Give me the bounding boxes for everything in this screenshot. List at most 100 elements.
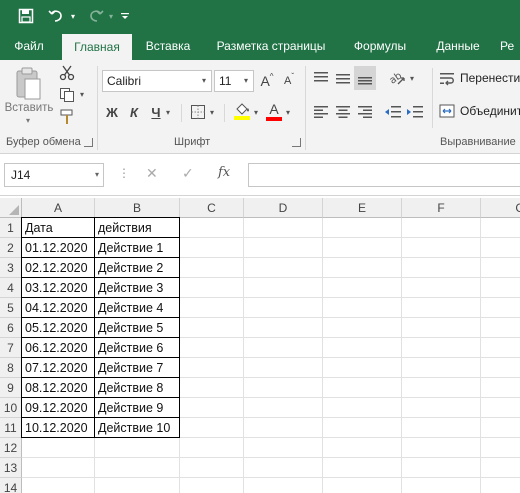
borders-icon[interactable] <box>188 102 208 122</box>
cancel-icon[interactable]: ✕ <box>146 165 158 182</box>
cell-a8[interactable]: 07.12.2020 <box>21 357 95 378</box>
merge-center-icon[interactable] <box>438 102 456 120</box>
cell-b1[interactable]: действия <box>94 217 180 238</box>
tab-page-layout[interactable]: Разметка страницы <box>208 32 334 60</box>
cell-a2[interactable]: 01.12.2020 <box>21 237 95 258</box>
align-top-icon[interactable] <box>312 70 330 86</box>
orientation-dropdown-icon[interactable]: ▾ <box>410 74 414 83</box>
select-all-corner[interactable] <box>0 198 22 218</box>
undo-icon[interactable] <box>46 6 68 26</box>
cell-b5[interactable]: Действие 4 <box>94 297 180 318</box>
paste-label[interactable]: Вставить <box>4 102 54 114</box>
align-bottom-icon[interactable] <box>354 66 376 90</box>
increase-indent-icon[interactable] <box>406 104 424 120</box>
orientation-icon[interactable]: ab <box>386 68 408 88</box>
cell-b8[interactable]: Действие 7 <box>94 357 180 378</box>
row-header-8[interactable]: 8 <box>0 358 22 378</box>
cell-b10[interactable]: Действие 9 <box>94 397 180 418</box>
font-size-combo[interactable]: 11 ▾ <box>214 70 254 92</box>
cell-a5[interactable]: 04.12.2020 <box>21 297 95 318</box>
fill-color-icon[interactable] <box>232 100 252 122</box>
row-header-3[interactable]: 3 <box>0 258 22 278</box>
font-launcher-icon[interactable] <box>292 138 301 147</box>
row-header-13[interactable]: 13 <box>0 458 22 478</box>
copy-dropdown-icon[interactable]: ▾ <box>80 90 84 99</box>
formula-bar-grip-icon[interactable]: ⋮ <box>118 166 130 180</box>
enter-icon[interactable]: ✓ <box>182 165 194 182</box>
row-header-7[interactable]: 7 <box>0 338 22 358</box>
tab-home[interactable]: Главная <box>62 34 132 60</box>
row-header-4[interactable]: 4 <box>0 278 22 298</box>
row-header-1[interactable]: 1 <box>0 218 22 238</box>
row-header-14[interactable]: 14 <box>0 478 22 493</box>
column-header-g[interactable]: G <box>481 198 520 218</box>
save-icon[interactable] <box>16 6 36 26</box>
row-header-5[interactable]: 5 <box>0 298 22 318</box>
merge-center-label[interactable]: Объединит <box>460 104 520 118</box>
clipboard-launcher-icon[interactable] <box>84 138 93 147</box>
copy-icon[interactable] <box>58 86 76 104</box>
row-header-2[interactable]: 2 <box>0 238 22 258</box>
wrap-text-icon[interactable] <box>438 70 456 88</box>
undo-dropdown-icon[interactable]: ▾ <box>68 6 78 26</box>
cell-b6[interactable]: Действие 5 <box>94 317 180 338</box>
tab-data[interactable]: Данные <box>426 32 490 60</box>
cell-a3[interactable]: 02.12.2020 <box>21 257 95 278</box>
font-name-combo[interactable]: Calibri ▾ <box>102 70 212 92</box>
align-center-icon[interactable] <box>334 104 352 120</box>
row-header-10[interactable]: 10 <box>0 398 22 418</box>
bold-button[interactable]: Ж <box>104 102 120 122</box>
redo-dropdown-icon[interactable]: ▾ <box>106 6 116 26</box>
cell-b9[interactable]: Действие 8 <box>94 377 180 398</box>
font-color-dropdown-icon[interactable]: ▾ <box>286 108 290 117</box>
cell-a7[interactable]: 06.12.2020 <box>21 337 95 358</box>
cell-a1[interactable]: Дата <box>21 217 95 238</box>
cell-b2[interactable]: Действие 1 <box>94 237 180 258</box>
insert-function-icon[interactable]: fx <box>218 165 230 180</box>
fill-color-dropdown-icon[interactable]: ▾ <box>254 108 258 117</box>
cell-a10[interactable]: 09.12.2020 <box>21 397 95 418</box>
grow-font-button[interactable]: A ^ <box>258 70 276 92</box>
underline-button[interactable]: Ч <box>148 102 164 122</box>
align-middle-icon[interactable] <box>334 70 352 86</box>
column-header-d[interactable]: D <box>244 198 323 218</box>
worksheet-grid[interactable]: ABCDEFG1234567891011121314Датадействия01… <box>0 198 520 493</box>
italic-button[interactable]: К <box>126 102 142 122</box>
cell-a6[interactable]: 05.12.2020 <box>21 317 95 338</box>
underline-dropdown-icon[interactable]: ▾ <box>166 108 170 117</box>
borders-dropdown-icon[interactable]: ▾ <box>210 108 214 117</box>
tab-insert[interactable]: Вставка <box>136 32 200 60</box>
cell-b11[interactable]: Действие 10 <box>94 417 180 438</box>
tab-formulas[interactable]: Формулы <box>342 32 418 60</box>
column-header-b[interactable]: B <box>95 198 180 218</box>
shrink-font-button[interactable]: Aˇ <box>280 70 298 92</box>
align-left-icon[interactable] <box>312 104 330 120</box>
align-right-icon[interactable] <box>356 104 374 120</box>
font-color-icon[interactable]: A <box>264 100 284 122</box>
row-header-12[interactable]: 12 <box>0 438 22 458</box>
column-header-c[interactable]: C <box>180 198 244 218</box>
cell-a4[interactable]: 03.12.2020 <box>21 277 95 298</box>
cell-b4[interactable]: Действие 3 <box>94 277 180 298</box>
column-header-e[interactable]: E <box>323 198 402 218</box>
cell-b7[interactable]: Действие 6 <box>94 337 180 358</box>
tab-review[interactable]: Ре <box>500 32 520 60</box>
wrap-text-label[interactable]: Перенести <box>460 71 520 85</box>
name-box[interactable]: J14 ▾ <box>4 163 104 187</box>
paste-dropdown-icon[interactable]: ▾ <box>26 116 30 125</box>
tab-file[interactable]: Файл <box>0 32 58 60</box>
customize-icon[interactable] <box>118 6 132 26</box>
cell-a9[interactable]: 08.12.2020 <box>21 377 95 398</box>
paste-icon[interactable] <box>8 66 48 102</box>
column-header-f[interactable]: F <box>402 198 481 218</box>
format-painter-icon[interactable] <box>58 108 76 126</box>
row-header-11[interactable]: 11 <box>0 418 22 438</box>
column-header-a[interactable]: A <box>22 198 95 218</box>
cell-a11[interactable]: 10.12.2020 <box>21 417 95 438</box>
decrease-indent-icon[interactable] <box>384 104 402 120</box>
cell-b3[interactable]: Действие 2 <box>94 257 180 278</box>
row-header-6[interactable]: 6 <box>0 318 22 338</box>
row-header-9[interactable]: 9 <box>0 378 22 398</box>
formula-input[interactable] <box>248 163 520 187</box>
redo-icon[interactable] <box>84 6 106 26</box>
